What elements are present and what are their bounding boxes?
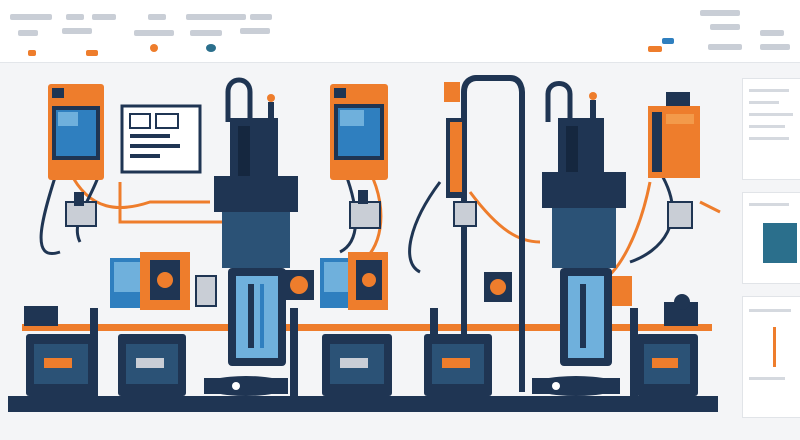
panel-line — [749, 309, 791, 312]
cabinet-right-icon — [648, 92, 700, 229]
monitor-left-icon — [48, 84, 104, 180]
panel-line — [749, 89, 789, 92]
toolbar-placeholder — [66, 14, 84, 20]
toolbar-placeholder — [10, 14, 52, 20]
panel-line — [749, 101, 779, 104]
toolbar-placeholder — [134, 30, 174, 36]
toolbar-placeholder — [92, 14, 116, 20]
bottom-base-rail — [8, 396, 718, 412]
panel-accent-bar — [773, 327, 776, 367]
toolbar-placeholder — [190, 30, 222, 36]
factory-illustration — [8, 75, 721, 412]
panel-line — [749, 203, 789, 206]
panel-card — [742, 192, 800, 284]
status-dot — [150, 44, 158, 52]
right-side-panel — [742, 70, 800, 440]
press-machine-a-icon — [204, 77, 298, 396]
toolbar-placeholder — [760, 30, 784, 36]
toolbar-placeholder — [28, 50, 36, 56]
top-toolbar — [0, 0, 800, 63]
toolbar-placeholder — [86, 50, 98, 56]
panel-line — [749, 113, 793, 116]
toolbar-placeholder — [648, 46, 662, 52]
toolbar-placeholder — [18, 30, 38, 36]
toolbar-placeholder — [708, 44, 742, 50]
panel-card — [742, 78, 800, 180]
toolbar-placeholder — [760, 44, 790, 50]
toolbar-placeholder — [250, 14, 272, 20]
toolbar-placeholder — [662, 38, 674, 44]
panel-line — [749, 125, 785, 128]
monitor-center-icon — [330, 84, 388, 180]
status-dot — [206, 44, 216, 52]
toolbar-placeholder — [710, 24, 740, 30]
control-panel-icon — [120, 104, 202, 174]
toolbar-placeholder — [148, 14, 166, 20]
clamp-icon — [349, 190, 381, 229]
panel-line — [749, 377, 785, 380]
toolbar-placeholder — [186, 14, 246, 20]
panel-line — [749, 137, 789, 140]
toolbar-placeholder — [62, 28, 92, 34]
toolbar-placeholder — [700, 10, 740, 16]
press-machine-b-icon — [532, 81, 626, 396]
toolbar-placeholder — [240, 28, 270, 34]
panel-card — [742, 296, 800, 418]
panel-chart-block — [763, 223, 797, 263]
